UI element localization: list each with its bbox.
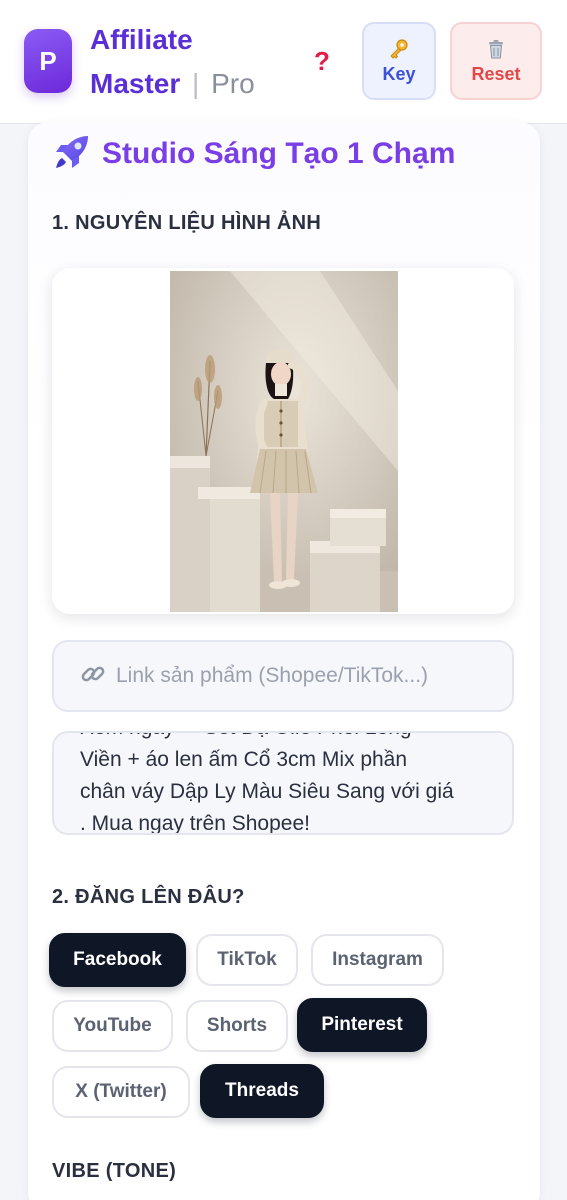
section1-label: 1. NGUYÊN LIỆU HÌNH ẢNH (52, 212, 322, 234)
help-glyph: ? (314, 45, 330, 76)
reset-button-label: Reset (471, 63, 521, 84)
app-logo: P (24, 29, 72, 93)
platform-chip-instagram[interactable]: Instagram (311, 934, 444, 986)
key-button[interactable]: Key (362, 22, 436, 100)
key-button-label: Key (382, 63, 416, 84)
platform-chip-tiktok[interactable]: TikTok (196, 934, 298, 986)
product-link-input[interactable]: Link sản phẩm (Shopee/TikTok...) (52, 640, 514, 712)
key-icon (388, 38, 410, 60)
platform-chip-facebook[interactable]: Facebook (49, 933, 186, 987)
description-line: . Mua ngay trên Shopee! (80, 812, 310, 835)
description-line: Xem ngay ✔ Set Dạ Olle Phối Long (80, 733, 500, 744)
product-photo (170, 271, 398, 612)
studio-title: Studio Sáng Tạo 1 Chạm (52, 130, 455, 178)
trash-icon (485, 38, 507, 60)
brand-name: Affiliate Master | Pro (90, 18, 255, 106)
description-text: Xem ngay ✔ Set Dạ Olle Phối Long Viền + … (80, 733, 500, 835)
brand-separator: | (192, 68, 200, 99)
vibe-label: VIBE (TONE) (52, 1160, 177, 1182)
description-line: chân váy Dập Ly Màu Siêu Sang với giá (80, 780, 454, 803)
description-textarea[interactable]: Xem ngay ✔ Set Dạ Olle Phối Long Viền + … (52, 731, 514, 835)
platform-chip-x-twitter[interactable]: X (Twitter) (52, 1066, 190, 1118)
reset-button[interactable]: Reset (450, 22, 542, 100)
brand-pro: Pro (211, 68, 255, 99)
logo-letter: P (39, 45, 57, 76)
app-header: P Affiliate Master | Pro ? Key Reset (0, 0, 567, 124)
product-link-placeholder: Link sản phẩm (Shopee/TikTok...) (116, 664, 429, 687)
section2-label: 2. ĐĂNG LÊN ĐÂU? (52, 886, 245, 908)
platform-chip-youtube[interactable]: YouTube (52, 1000, 173, 1052)
platform-chip-pinterest[interactable]: Pinterest (297, 998, 427, 1052)
studio-title-text: Studio Sáng Tạo 1 Chạm (102, 137, 456, 170)
brand-line1: Affiliate (90, 24, 193, 55)
brand-main: Master (90, 68, 181, 99)
rocket-icon (52, 132, 92, 177)
platform-chip-threads[interactable]: Threads (200, 1064, 324, 1118)
link-icon (80, 661, 106, 692)
brand-line2: Master | Pro (90, 62, 255, 106)
description-line: Viền + áo len ấm Cổ 3cm Mix phần (80, 748, 408, 771)
platform-chip-shorts[interactable]: Shorts (186, 1000, 288, 1052)
help-icon[interactable]: ? (308, 44, 336, 78)
